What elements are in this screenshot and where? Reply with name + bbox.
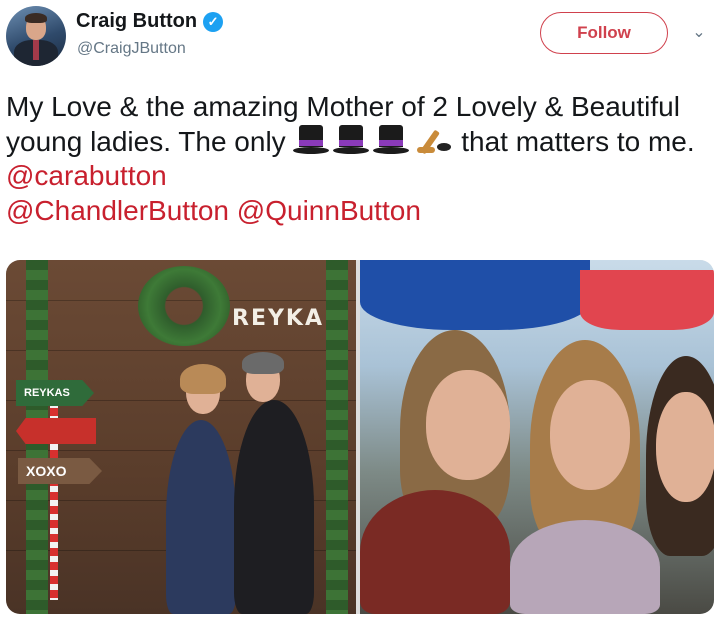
follow-button[interactable]: Follow: [540, 12, 668, 54]
verified-badge-icon: ✓: [203, 11, 224, 32]
photo-left[interactable]: REYKA REYKAS XOXO: [6, 260, 356, 614]
display-name[interactable]: Craig Button: [76, 10, 197, 33]
top-hat-icon: [293, 124, 330, 155]
mention-link[interactable]: @QuinnButton: [237, 195, 421, 226]
arrow-sign: [16, 418, 96, 444]
woman-figure: [510, 520, 660, 614]
signpost: [50, 380, 58, 600]
arrow-sign: XOXO: [18, 458, 102, 484]
mention-link[interactable]: @carabutton: [6, 160, 167, 191]
user-handle[interactable]: @CraigJButton: [77, 40, 186, 58]
woman-hair: [180, 364, 226, 394]
top-hat-icon: [373, 124, 410, 155]
woman-face: [656, 392, 714, 502]
tweet-text: My Love & the amazing Mother of 2 Lovely…: [6, 90, 714, 228]
chevron-down-icon[interactable]: ⌄: [690, 22, 708, 41]
tweet-text-part2: that matters to me.: [453, 125, 695, 157]
display-name-row: Craig Button ✓: [76, 10, 224, 33]
woman-figure: [166, 420, 236, 614]
umbrella: [360, 260, 590, 330]
avatar[interactable]: [6, 6, 66, 66]
mention-link[interactable]: @ChandlerButton: [6, 195, 229, 226]
man-hair: [242, 352, 284, 374]
umbrella: [580, 270, 714, 330]
top-hat-icon: [333, 124, 370, 155]
man-figure: [234, 400, 314, 614]
photo-right[interactable]: [360, 260, 714, 614]
woman-figure: [360, 490, 510, 614]
woman-face: [550, 380, 630, 490]
wreath: [138, 266, 230, 346]
reyka-sign: REYKA: [232, 306, 324, 331]
woman-face: [426, 370, 510, 480]
hockey-icon: [413, 125, 453, 155]
photo-grid: REYKA REYKAS XOXO: [6, 260, 714, 614]
arrow-sign: REYKAS: [16, 380, 94, 406]
